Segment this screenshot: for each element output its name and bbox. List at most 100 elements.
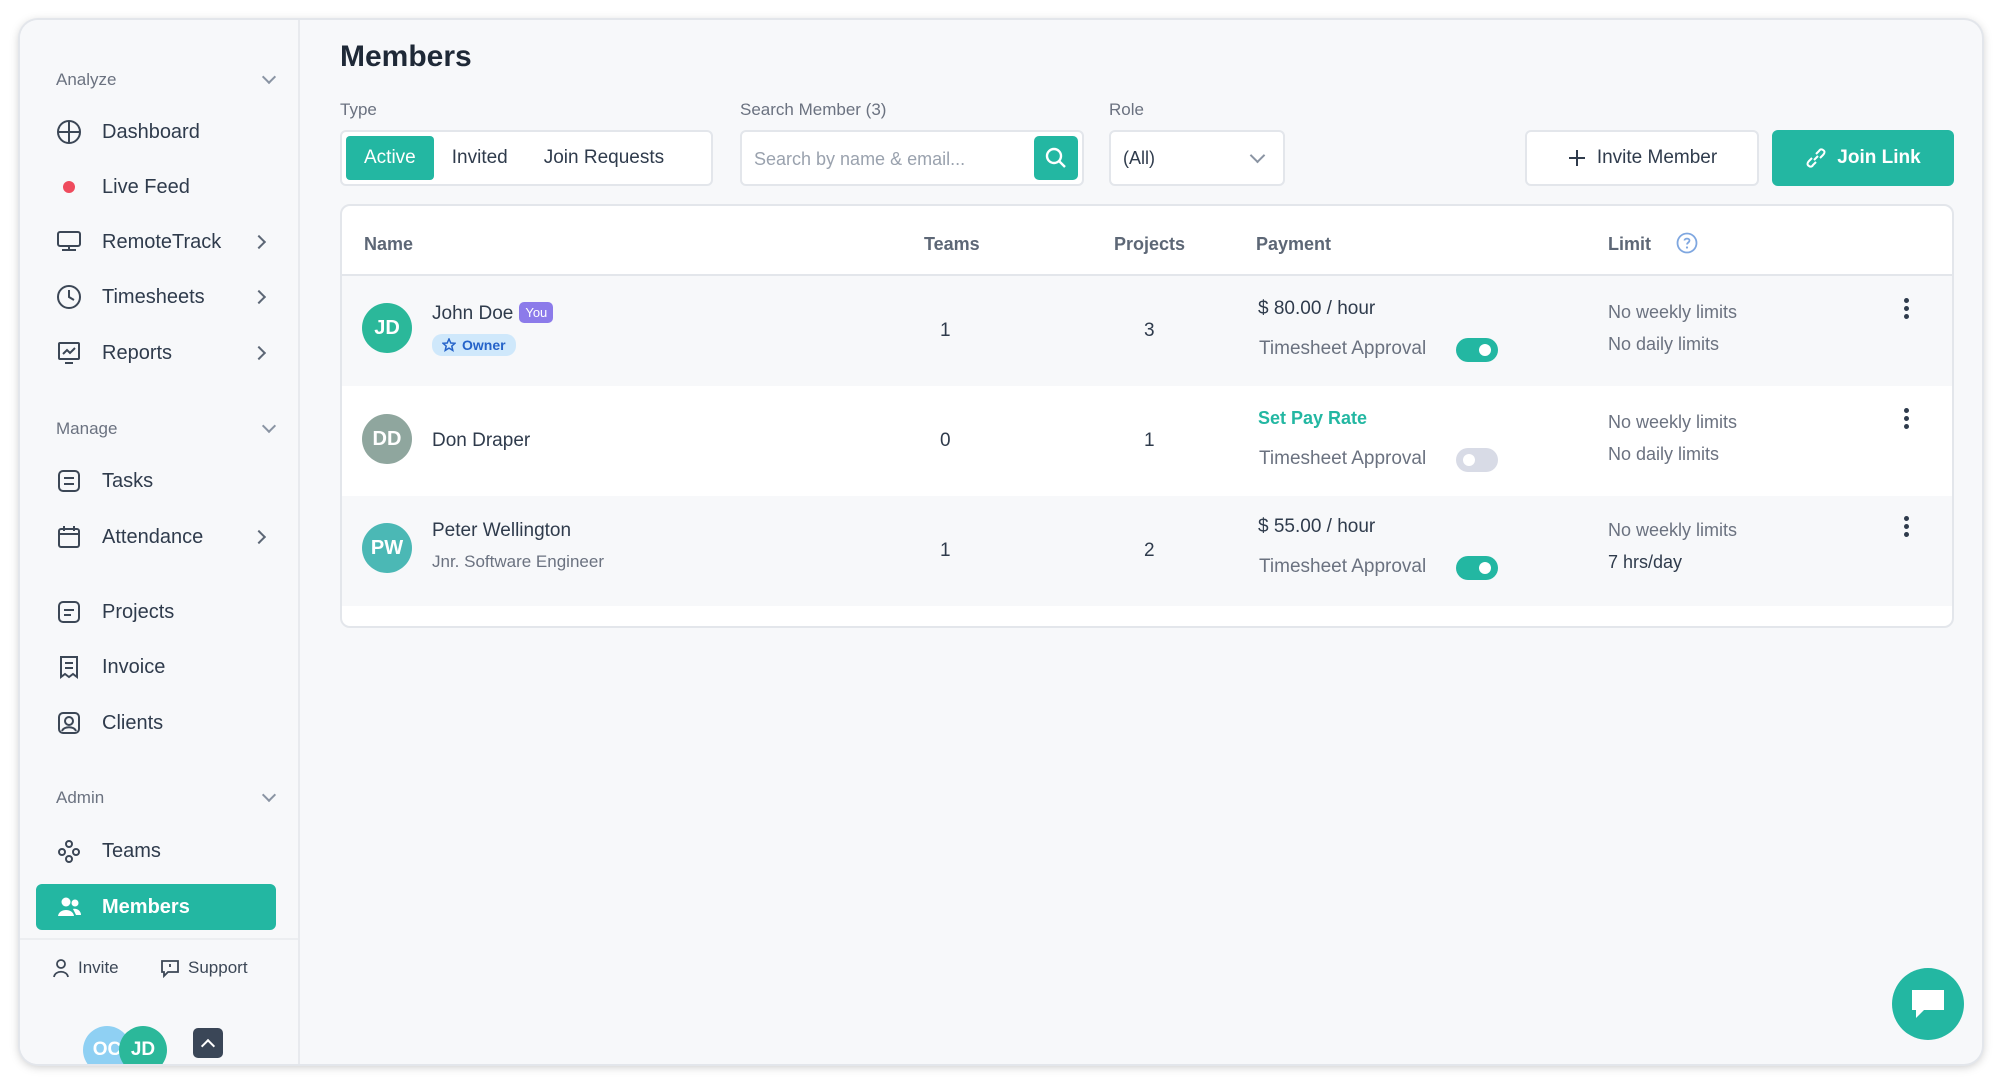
- you-badge: You: [519, 302, 554, 323]
- chevron-down-icon: [261, 418, 277, 434]
- sidebar-item-clients[interactable]: Clients: [36, 700, 276, 746]
- table-row[interactable]: DD Don Draper 0 1 Set Pay Rate Timesheet…: [342, 386, 1952, 496]
- sidebar-item-teams[interactable]: Teams: [36, 828, 276, 874]
- section-manage[interactable]: Manage: [36, 414, 288, 444]
- teams-count: 1: [940, 320, 951, 341]
- chevron-right-icon: [251, 529, 267, 545]
- column-header-name[interactable]: Name: [364, 234, 413, 255]
- members-icon: [56, 894, 82, 920]
- approval-label: Timesheet Approval: [1259, 556, 1427, 577]
- support-link[interactable]: Support: [160, 958, 248, 978]
- role-select-value: (All): [1123, 147, 1155, 168]
- star-icon: [442, 338, 456, 352]
- teams-count: 1: [940, 540, 951, 561]
- weekly-limit: No weekly limits: [1608, 412, 1738, 432]
- sidebar-item-label: Attendance: [102, 525, 204, 548]
- role-select[interactable]: (All): [1109, 130, 1285, 186]
- sidebar-item-dashboard[interactable]: Dashboard: [36, 109, 276, 155]
- pay-rate: $ 80.00 / hour: [1258, 298, 1376, 319]
- more-options-icon[interactable]: [1904, 516, 1910, 537]
- sidebar-item-projects[interactable]: Projects: [36, 589, 276, 635]
- chat-widget-button[interactable]: [1892, 968, 1964, 1040]
- member-name: Don Draper: [432, 430, 531, 451]
- approval-toggle[interactable]: [1456, 338, 1498, 362]
- chevron-down-icon: [261, 69, 277, 85]
- monitor-icon: [56, 229, 82, 255]
- search-input[interactable]: [754, 144, 1024, 174]
- tab-active[interactable]: Active: [346, 136, 434, 180]
- more-options-icon[interactable]: [1904, 408, 1910, 429]
- approval-toggle[interactable]: [1456, 448, 1498, 472]
- type-label: Type: [340, 100, 377, 119]
- sidebar-item-label: Invoice: [102, 655, 166, 678]
- tasks-icon: [56, 468, 82, 494]
- column-header-teams[interactable]: Teams: [924, 234, 980, 255]
- sidebar-item-live-feed[interactable]: Live Feed: [36, 164, 276, 210]
- daily-limit: No daily limits: [1608, 334, 1720, 354]
- section-admin[interactable]: Admin: [36, 783, 288, 813]
- sidebar-item-tasks[interactable]: Tasks: [36, 458, 276, 504]
- chevron-right-icon: [251, 345, 267, 361]
- invite-label: Invite: [78, 958, 119, 977]
- section-label: Admin: [56, 788, 105, 807]
- avatar[interactable]: JD: [119, 1026, 167, 1064]
- member-name: Peter Wellington: [432, 520, 572, 541]
- sidebar-item-label: Clients: [102, 711, 164, 734]
- daily-limit: 7 hrs/day: [1608, 552, 1683, 572]
- more-options-icon[interactable]: [1904, 298, 1910, 319]
- invite-link[interactable]: Invite: [52, 958, 119, 978]
- calendar-icon: [56, 524, 82, 550]
- member-name-text: John Doe: [432, 303, 514, 324]
- sidebar-item-members[interactable]: Members: [36, 884, 276, 930]
- column-header-limit[interactable]: Limit: [1608, 234, 1651, 255]
- section-label: Analyze: [56, 70, 117, 89]
- table-row[interactable]: JD John Doe You Owner 1 3 $ 80.00 / hour …: [342, 276, 1952, 386]
- user-icon: [53, 959, 69, 978]
- sidebar-item-invoice[interactable]: Invoice: [36, 644, 276, 690]
- reports-icon: [56, 340, 82, 366]
- set-pay-rate-link[interactable]: Set Pay Rate: [1258, 408, 1367, 429]
- search-box: [740, 130, 1084, 186]
- search-button[interactable]: [1034, 136, 1078, 180]
- column-header-projects[interactable]: Projects: [1114, 234, 1185, 255]
- join-link-label: Join Link: [1837, 147, 1921, 168]
- link-icon: [1806, 148, 1826, 168]
- member-title: Jnr. Software Engineer: [432, 552, 604, 571]
- sidebar-item-reports[interactable]: Reports: [36, 330, 276, 376]
- invite-member-button[interactable]: Invite Member: [1525, 130, 1759, 186]
- sidebar: Analyze Dashboard Live Feed RemoteTrack …: [20, 20, 300, 1064]
- weekly-limit: No weekly limits: [1608, 302, 1738, 322]
- sidebar-item-label: Live Feed: [102, 175, 190, 198]
- chat-bubble-icon: [161, 960, 179, 978]
- invoice-icon: [56, 654, 82, 680]
- teams-icon: [56, 838, 82, 864]
- sidebar-item-attendance[interactable]: Attendance: [36, 514, 276, 560]
- avatar: DD: [362, 414, 412, 464]
- sidebar-item-timesheets[interactable]: Timesheets: [36, 274, 276, 320]
- section-label: Manage: [56, 419, 118, 438]
- table-row[interactable]: PW Peter Wellington Jnr. Software Engine…: [342, 496, 1952, 606]
- page-title: Members: [340, 40, 472, 73]
- members-table: Name Teams Projects Payment Limit JD Joh…: [340, 204, 1954, 628]
- search-label: Search Member (3): [740, 100, 887, 119]
- approval-label: Timesheet Approval: [1259, 338, 1427, 359]
- column-header-payment[interactable]: Payment: [1256, 234, 1331, 255]
- sidebar-item-label: Tasks: [102, 469, 154, 492]
- chevron-right-icon: [251, 289, 267, 305]
- join-link-button[interactable]: Join Link: [1772, 130, 1954, 186]
- weekly-limit: No weekly limits: [1608, 520, 1738, 540]
- tab-invited[interactable]: Invited: [434, 136, 526, 180]
- sidebar-item-label: RemoteTrack: [102, 230, 222, 253]
- expand-button[interactable]: [193, 1028, 223, 1058]
- chevron-down-icon: [261, 787, 277, 803]
- sidebar-item-remotetrack[interactable]: RemoteTrack: [36, 219, 276, 265]
- section-analyze[interactable]: Analyze: [36, 65, 288, 95]
- dashboard-icon: [56, 119, 82, 145]
- owner-badge: Owner: [432, 334, 516, 356]
- tab-join-requests[interactable]: Join Requests: [526, 136, 682, 180]
- approval-label: Timesheet Approval: [1259, 448, 1427, 469]
- teams-count: 0: [940, 430, 951, 451]
- approval-toggle[interactable]: [1456, 556, 1498, 580]
- help-icon[interactable]: [1676, 232, 1698, 254]
- chevron-down-icon: [1249, 147, 1266, 164]
